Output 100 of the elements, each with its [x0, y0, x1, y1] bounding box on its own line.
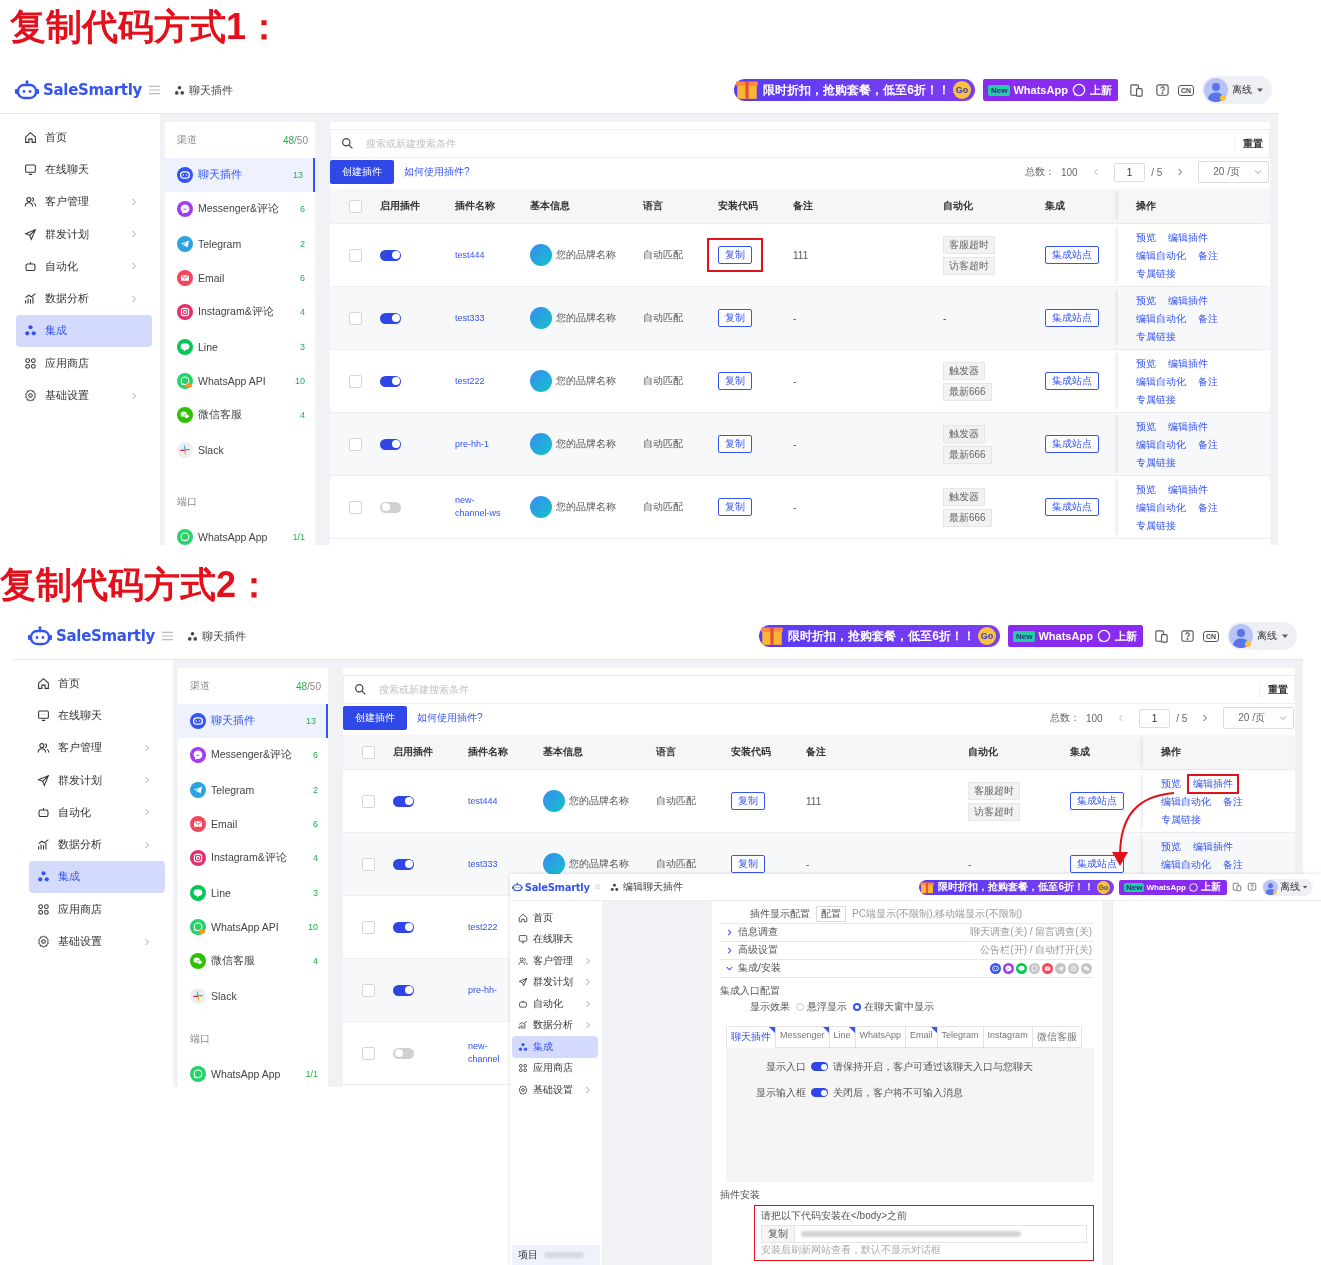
create-button[interactable]: 创建插件 — [330, 160, 394, 184]
nav-item[interactable]: 数据分析 — [16, 282, 152, 315]
tab[interactable]: 微信客服 — [1031, 1025, 1082, 1048]
checkbox[interactable] — [361, 745, 375, 759]
plugin-name-link[interactable]: test444 — [468, 794, 498, 808]
channel-item[interactable]: 微信客服 4 — [178, 944, 328, 979]
action-link[interactable]: 编辑插件 — [1193, 778, 1233, 789]
collapse-header[interactable]: 集成/安装 — [720, 959, 1094, 978]
plugin-name-link[interactable]: test333 — [455, 311, 485, 325]
tab[interactable]: 聊天插件 — [726, 1025, 776, 1048]
nav-item[interactable]: 首页 — [512, 907, 598, 929]
checkbox[interactable] — [361, 983, 375, 997]
channel-item[interactable]: Messenger&评论 6 — [165, 192, 315, 227]
channel-item[interactable]: Instagram&评论 4 — [178, 841, 328, 876]
action-link[interactable]: 预览 — [1136, 357, 1156, 371]
tab[interactable]: Email — [905, 1025, 938, 1048]
nav-item[interactable]: 首页 — [29, 667, 165, 700]
promo-banner[interactable]: 限时折扣，抢购套餐，低至6折！！ Go — [759, 625, 1001, 647]
page-field[interactable]: 1 — [1113, 162, 1146, 182]
toggle-switch[interactable] — [811, 1062, 828, 1072]
checkbox[interactable] — [348, 311, 362, 325]
action-link[interactable]: 预览 — [1161, 777, 1181, 791]
action-link[interactable]: 备注 — [1198, 438, 1218, 452]
plugin-name-link[interactable]: pre-hh-1 — [455, 437, 490, 451]
action-link[interactable]: 编辑插件 — [1168, 294, 1208, 308]
action-link[interactable]: 专属链接 — [1136, 330, 1176, 344]
page-size-select[interactable]: 20 /页 — [1223, 707, 1294, 729]
channel-item[interactable]: WhatsApp App 1/1 — [178, 1056, 328, 1087]
nav-item[interactable]: 在线聊天 — [16, 153, 152, 186]
avatar-icon[interactable] — [1229, 624, 1253, 648]
action-link[interactable]: 编辑插件 — [1168, 420, 1208, 434]
whatsapp-banner[interactable]: New WhatsApp 上新 — [1008, 625, 1143, 647]
page-field[interactable]: 1 — [1138, 708, 1171, 728]
next-icon[interactable] — [1176, 168, 1185, 176]
channel-item[interactable]: Line 3 — [178, 875, 328, 910]
nav-item[interactable]: 应用商店 — [29, 893, 165, 926]
checkbox[interactable] — [348, 500, 362, 514]
nav-item[interactable]: 群发计划 — [16, 217, 152, 251]
integration-button[interactable]: 集成站点 — [1045, 372, 1099, 390]
nav-item[interactable]: 基础设置 — [512, 1079, 598, 1101]
nav-item[interactable]: 自动化 — [512, 993, 598, 1015]
toggle-switch[interactable] — [811, 1088, 828, 1098]
copy-button[interactable]: 复制 — [718, 435, 752, 453]
channel-item[interactable]: Telegram 2 — [165, 226, 315, 261]
channel-item[interactable]: 聊天插件 13 — [165, 158, 315, 193]
action-link[interactable]: 备注 — [1223, 795, 1243, 809]
toggle-switch[interactable] — [393, 921, 414, 933]
integration-button[interactable]: 集成站点 — [1070, 792, 1124, 810]
nav-item[interactable]: 集成 — [29, 860, 165, 894]
collapse-header[interactable]: 高级设置 公告栏(开) / 自动打开(关) — [720, 941, 1094, 960]
help-icon[interactable] — [1179, 628, 1195, 644]
plugin-name-link[interactable]: test333 — [468, 857, 498, 871]
integration-button[interactable]: 集成站点 — [1045, 498, 1099, 516]
plugin-name-link[interactable]: pre-hh- — [468, 983, 497, 997]
copy-button[interactable]: 复制 — [762, 1226, 795, 1242]
checkbox[interactable] — [348, 248, 362, 262]
help-icon[interactable] — [1154, 82, 1170, 98]
promo-banner[interactable]: 限时折扣，抢购套餐，低至6折！！ Go — [734, 79, 976, 101]
action-link[interactable]: 预览 — [1136, 231, 1156, 245]
toggle-switch[interactable] — [380, 249, 401, 261]
action-link[interactable]: 预览 — [1136, 294, 1156, 308]
action-link[interactable]: 编辑插件 — [1168, 483, 1208, 497]
toggle-switch[interactable] — [380, 312, 401, 324]
radio-option[interactable]: 在聊天窗中显示 — [853, 999, 934, 1014]
copy-button[interactable]: 复制 — [731, 855, 765, 873]
toggle-switch[interactable] — [393, 1047, 414, 1059]
help-icon[interactable] — [1247, 882, 1257, 892]
devices-icon[interactable] — [1128, 82, 1144, 98]
copy-button[interactable]: 复制 — [718, 309, 752, 327]
reset-button[interactable]: 重置 — [1259, 682, 1288, 697]
create-button[interactable]: 创建插件 — [343, 706, 407, 730]
user-status[interactable]: 离线 — [1232, 83, 1252, 97]
configure-button[interactable]: 配置 — [816, 905, 846, 922]
plugin-name-link[interactable]: new-channel-ws — [455, 494, 507, 520]
menu-icon[interactable] — [162, 631, 173, 641]
help-link[interactable]: 如何使用插件? — [404, 165, 470, 179]
channel-item[interactable]: WhatsApp API 10 — [178, 909, 328, 945]
channel-item[interactable]: Slack — [178, 978, 328, 1013]
nav-item[interactable]: 群发计划 — [29, 763, 165, 797]
checkbox[interactable] — [361, 857, 375, 871]
action-link[interactable]: 编辑自动化 — [1136, 438, 1186, 452]
devices-icon[interactable] — [1153, 628, 1169, 644]
channel-item[interactable]: WhatsApp API 10 — [165, 363, 315, 399]
channel-item[interactable]: WhatsApp App 1/1 — [165, 519, 315, 545]
checkbox[interactable] — [348, 374, 362, 388]
toggle-switch[interactable] — [393, 858, 414, 870]
channel-item[interactable]: Email 6 — [165, 260, 315, 296]
integration-button[interactable]: 集成站点 — [1045, 309, 1099, 327]
action-link[interactable]: 编辑插件 — [1193, 840, 1233, 854]
action-link[interactable]: 专属链接 — [1136, 267, 1176, 281]
action-link[interactable]: 专属链接 — [1161, 813, 1201, 827]
nav-item[interactable]: 集成 — [512, 1036, 598, 1058]
channel-item[interactable]: Telegram 2 — [178, 772, 328, 807]
toggle-switch[interactable] — [380, 501, 401, 513]
checkbox[interactable] — [361, 920, 375, 934]
checkbox[interactable] — [361, 1046, 375, 1060]
checkbox[interactable] — [348, 199, 362, 213]
action-link[interactable]: 预览 — [1136, 420, 1156, 434]
integration-button[interactable]: 集成站点 — [1070, 855, 1124, 873]
checkbox[interactable] — [361, 794, 375, 808]
